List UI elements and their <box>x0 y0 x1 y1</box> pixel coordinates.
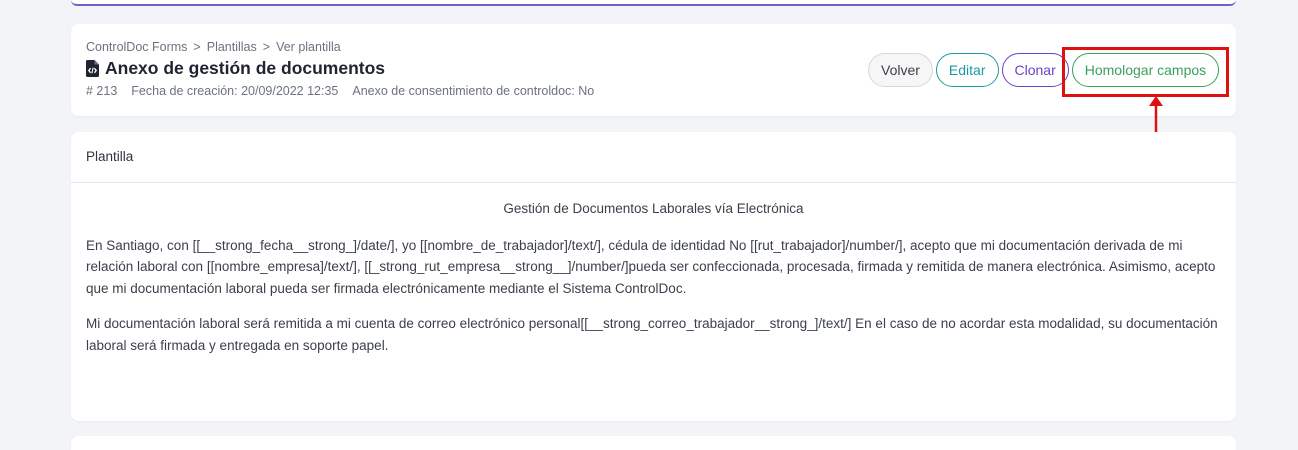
homologate-fields-button[interactable]: Homologar campos <box>1071 53 1220 87</box>
clone-button[interactable]: Clonar <box>1001 53 1069 87</box>
page-title: Anexo de gestión de documentos <box>105 58 386 78</box>
template-number: # 213 <box>86 84 118 98</box>
document-paragraph: Mi documentación laboral será remitida a… <box>86 316 1218 353</box>
breadcrumb-separator: > <box>262 40 271 54</box>
document-heading: Gestión de Documentos Laborales vía Elec… <box>503 201 804 216</box>
template-content-card: Plantilla Gestión de Documentos Laborale… <box>71 132 1236 421</box>
document-paragraph: En Santiago, con [[__strong_fecha__stron… <box>86 237 1216 296</box>
template-header-card: ControlDoc Forms > Plantillas > Ver plan… <box>71 24 1236 116</box>
file-code-icon <box>86 60 99 77</box>
title-row: Anexo de gestión de documentos <box>86 58 385 79</box>
breadcrumb: ControlDoc Forms > Plantillas > Ver plan… <box>86 40 341 54</box>
consent-annex-status: Anexo de consentimiento de controldoc: N… <box>352 84 595 98</box>
breadcrumb-item-ver-plantilla: Ver plantilla <box>276 40 341 54</box>
breadcrumb-item-plantillas[interactable]: Plantillas <box>207 40 257 54</box>
card-header: Plantilla <box>71 132 1236 183</box>
breadcrumb-separator: > <box>193 40 201 54</box>
template-body: Gestión de Documentos Laborales vía Elec… <box>71 198 1236 356</box>
action-buttons: Volver Editar Clonar Homologar campos <box>868 53 1220 87</box>
edit-button[interactable]: Editar <box>935 53 999 87</box>
back-button[interactable]: Volver <box>868 53 933 87</box>
breadcrumb-item-controldoc-forms[interactable]: ControlDoc Forms <box>86 40 187 54</box>
next-card <box>71 436 1236 450</box>
template-meta: # 213 Fecha de creación: 20/09/2022 12:3… <box>86 84 594 98</box>
created-date: Fecha de creación: 20/09/2022 12:35 <box>131 84 339 98</box>
top-bar-edge <box>71 0 1236 6</box>
